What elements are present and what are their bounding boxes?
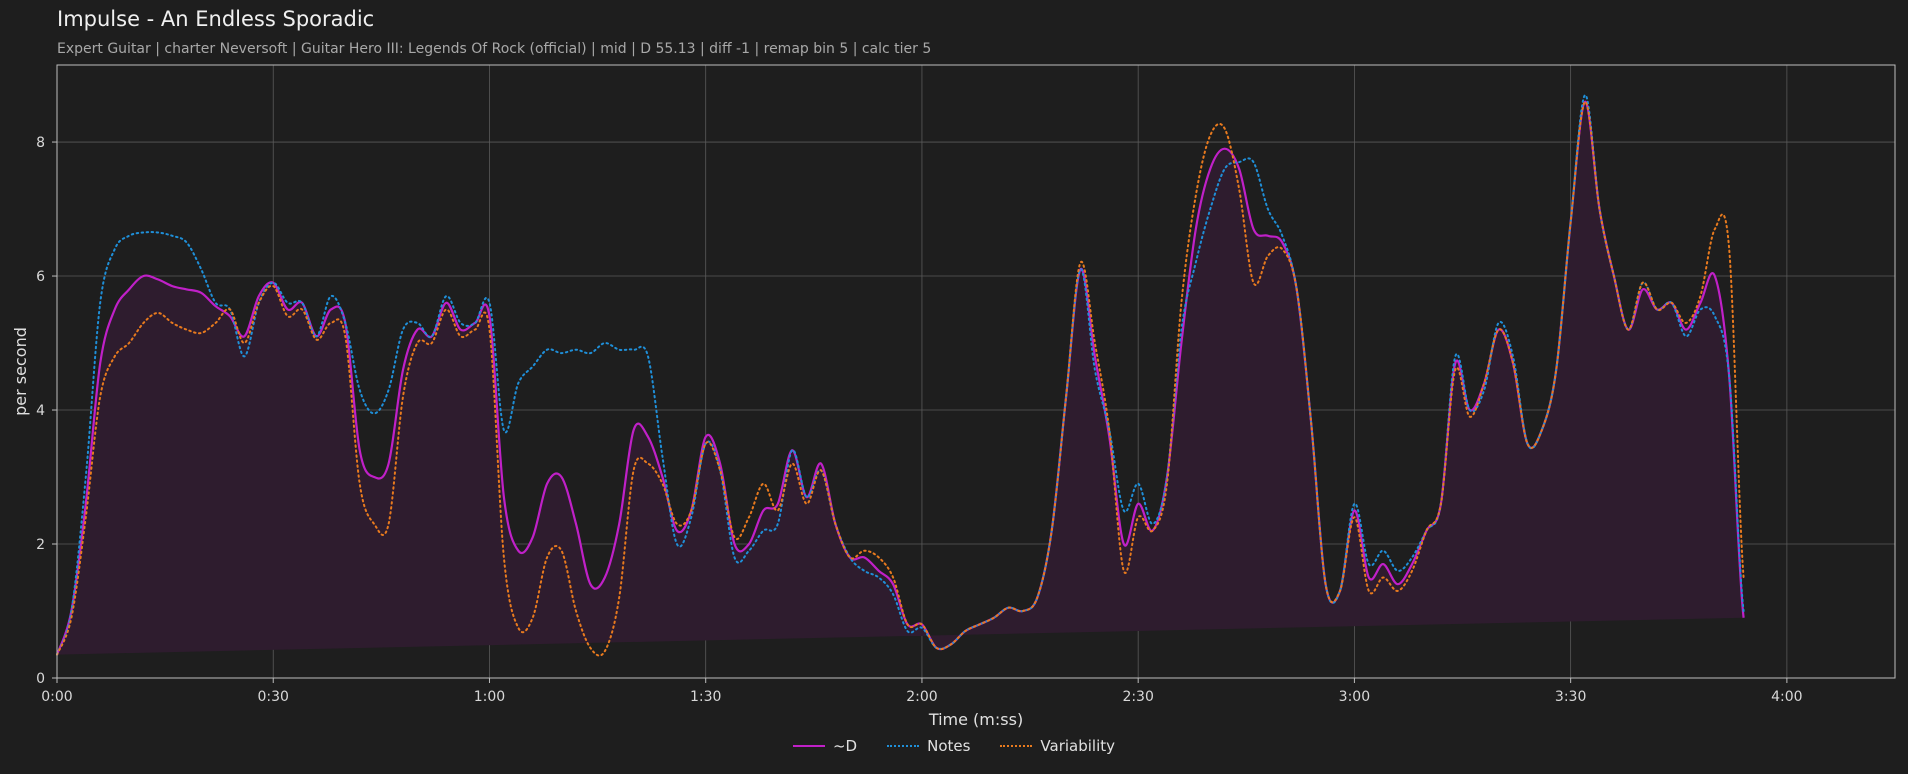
d-area-fill [57, 101, 1744, 655]
y-tick-label: 4 [36, 403, 45, 419]
x-axis-title: Time (m:ss) [928, 710, 1023, 729]
y-tick-label: 8 [36, 135, 45, 151]
y-tick-label: 2 [36, 537, 45, 553]
legend-label-d: ~D [832, 737, 858, 755]
legend-item-d: ~D [792, 737, 858, 755]
y-tick-label: 0 [36, 671, 45, 687]
x-tick-label: 0:30 [258, 689, 289, 705]
legend-swatch-variability [1000, 745, 1033, 747]
legend-swatch-d [792, 745, 825, 747]
x-tick-label: 0:00 [41, 689, 72, 705]
x-tick-label: 3:00 [1339, 689, 1370, 705]
legend-label-notes: Notes [927, 737, 971, 755]
x-tick-label: 2:30 [1122, 689, 1153, 705]
y-tick-label: 6 [36, 269, 45, 285]
x-tick-label: 4:00 [1771, 689, 1802, 705]
legend-item-variability: Variability [1000, 737, 1115, 755]
x-tick-label: 1:00 [474, 689, 505, 705]
x-tick-label: 3:30 [1555, 689, 1586, 705]
legend-label-variability: Variability [1040, 737, 1116, 755]
legend-item-notes: Notes [887, 737, 970, 755]
area-fill-layer [57, 101, 1744, 655]
x-tick-label: 1:30 [690, 689, 721, 705]
y-axis-title: per second [11, 327, 30, 416]
legend: ~D Notes Variability [0, 737, 1908, 755]
legend-swatch-notes [887, 745, 920, 747]
line-chart: 0:00 0:30 1:00 1:30 2:00 2:30 3:00 3:30 4:00 0 2 4 6… [11, 64, 1896, 729]
x-tick-label: 2:00 [906, 689, 937, 705]
